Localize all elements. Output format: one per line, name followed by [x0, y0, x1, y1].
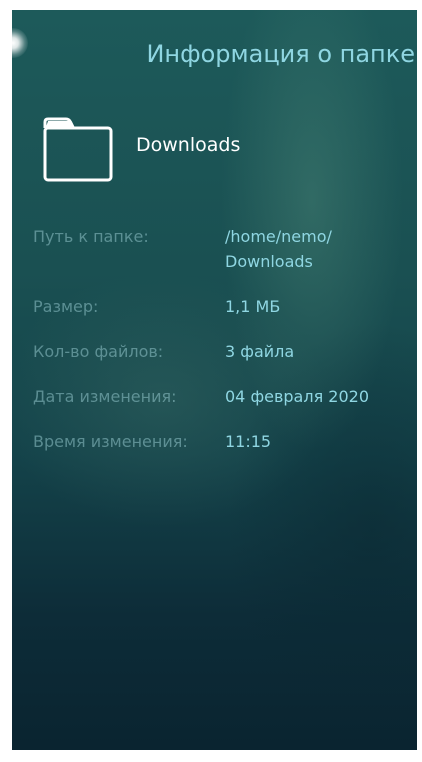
property-label: Дата изменения: — [33, 387, 177, 406]
folder-info-page: Информация о папке Downloads Путь к папк… — [12, 10, 417, 750]
pulley-menu-indicator[interactable] — [12, 28, 28, 58]
property-value: 1,1 МБ — [225, 297, 281, 316]
property-label: Время изменения: — [33, 432, 188, 451]
folder-icon — [43, 117, 113, 182]
property-label: Путь к папке: — [33, 227, 149, 246]
properties-list: Путь к папке: /home/nemo/ Downloads Разм… — [33, 224, 413, 474]
property-value: 04 февраля 2020 — [225, 387, 370, 406]
property-file-count: Кол-во файлов: 3 файла — [33, 339, 413, 364]
property-size: Размер: 1,1 МБ — [33, 294, 413, 319]
property-value: /home/nemo/ Downloads — [225, 227, 332, 271]
property-label: Размер: — [33, 297, 99, 316]
property-path: Путь к папке: /home/nemo/ Downloads — [33, 224, 413, 274]
property-modified-date: Дата изменения: 04 февраля 2020 — [33, 384, 413, 409]
page-title: Информация о папке — [146, 40, 415, 68]
property-value: 11:15 — [225, 432, 272, 451]
property-value: 3 файла — [225, 342, 295, 361]
folder-name: Downloads — [136, 134, 241, 156]
property-label: Кол-во файлов: — [33, 342, 164, 361]
property-modified-time: Время изменения: 11:15 — [33, 429, 413, 454]
